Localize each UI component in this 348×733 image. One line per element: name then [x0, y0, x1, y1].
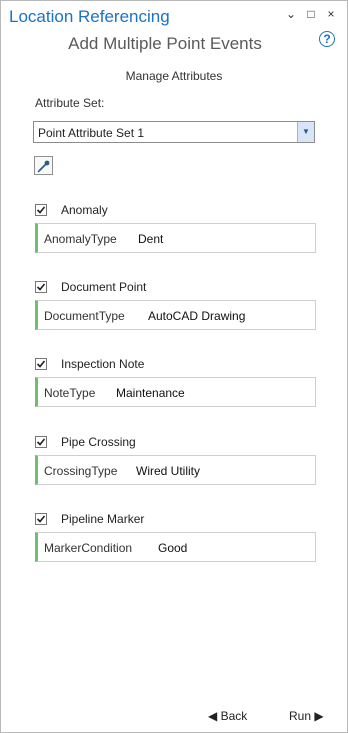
field-value[interactable]: Maintenance [116, 386, 185, 400]
attribute-item-pipe-crossing: Pipe Crossing CrossingType Wired Utility [35, 435, 316, 485]
field-name: DocumentType [44, 309, 125, 323]
attribute-item-anomaly: Anomaly AnomalyType Dent [35, 203, 316, 253]
pane-title-bar: Location Referencing ⌄ □ × [1, 1, 347, 31]
dropdown-menu-icon[interactable]: ⌄ [285, 7, 297, 21]
attribute-set-label: Attribute Set: [35, 96, 105, 110]
pipeline-marker-label: Pipeline Marker [61, 512, 145, 526]
field-value[interactable]: Good [158, 541, 187, 555]
run-button[interactable]: Run ▶ [289, 709, 324, 723]
note-type-field[interactable]: NoteType Maintenance [35, 377, 316, 407]
dropdown-arrow-icon[interactable]: ▼ [297, 122, 314, 142]
attribute-set-value: Point Attribute Set 1 [38, 126, 145, 140]
field-name: MarkerCondition [44, 541, 133, 555]
document-point-label: Document Point [61, 280, 147, 294]
field-value[interactable]: AutoCAD Drawing [148, 309, 245, 323]
anomaly-type-field[interactable]: AnomalyType Dent [35, 223, 316, 253]
help-icon[interactable]: ? [319, 31, 335, 47]
eyedropper-icon [37, 160, 50, 173]
attribute-item-pipeline-marker: Pipeline Marker MarkerCondition Good [35, 512, 316, 562]
field-name: AnomalyType [44, 232, 117, 246]
checkmark-icon [36, 515, 46, 523]
crossing-type-field[interactable]: CrossingType Wired Utility [35, 455, 316, 485]
attribute-item-document-point: Document Point DocumentType AutoCAD Draw… [35, 280, 316, 330]
checkmark-icon [36, 438, 46, 446]
section-heading: Manage Attributes [125, 69, 223, 83]
pick-attributes-button[interactable] [34, 156, 53, 175]
back-button[interactable]: ◀ Back [208, 709, 247, 723]
close-icon[interactable]: × [325, 7, 337, 21]
marker-condition-field[interactable]: MarkerCondition Good [35, 532, 316, 562]
maximize-icon[interactable]: □ [305, 7, 317, 21]
add-multiple-point-events-pane: Location Referencing ⌄ □ × Add Multiple … [0, 0, 348, 733]
field-value[interactable]: Dent [138, 232, 163, 246]
anomaly-label: Anomaly [61, 203, 108, 217]
checkmark-icon [36, 283, 46, 291]
pipeline-marker-checkbox[interactable] [35, 513, 47, 525]
inspection-note-checkbox[interactable] [35, 358, 47, 370]
page-title: Add Multiple Point Events [68, 34, 262, 53]
document-type-field[interactable]: DocumentType AutoCAD Drawing [35, 300, 316, 330]
inspection-note-label: Inspection Note [61, 357, 145, 371]
attribute-set-dropdown[interactable]: Point Attribute Set 1 ▼ [33, 121, 315, 143]
pipe-crossing-checkbox[interactable] [35, 436, 47, 448]
document-point-checkbox[interactable] [35, 281, 47, 293]
field-name: NoteType [44, 386, 96, 400]
pane-title: Location Referencing [9, 7, 170, 26]
footer-navigation: ◀ Back Run ▶ [1, 709, 347, 725]
checkmark-icon [36, 206, 46, 214]
attribute-item-inspection-note: Inspection Note NoteType Maintenance [35, 357, 316, 407]
anomaly-checkbox[interactable] [35, 204, 47, 216]
checkmark-icon [36, 360, 46, 368]
field-name: CrossingType [44, 464, 118, 478]
field-value[interactable]: Wired Utility [136, 464, 200, 478]
pipe-crossing-label: Pipe Crossing [61, 435, 136, 449]
window-controls: ⌄ □ × [285, 7, 337, 21]
